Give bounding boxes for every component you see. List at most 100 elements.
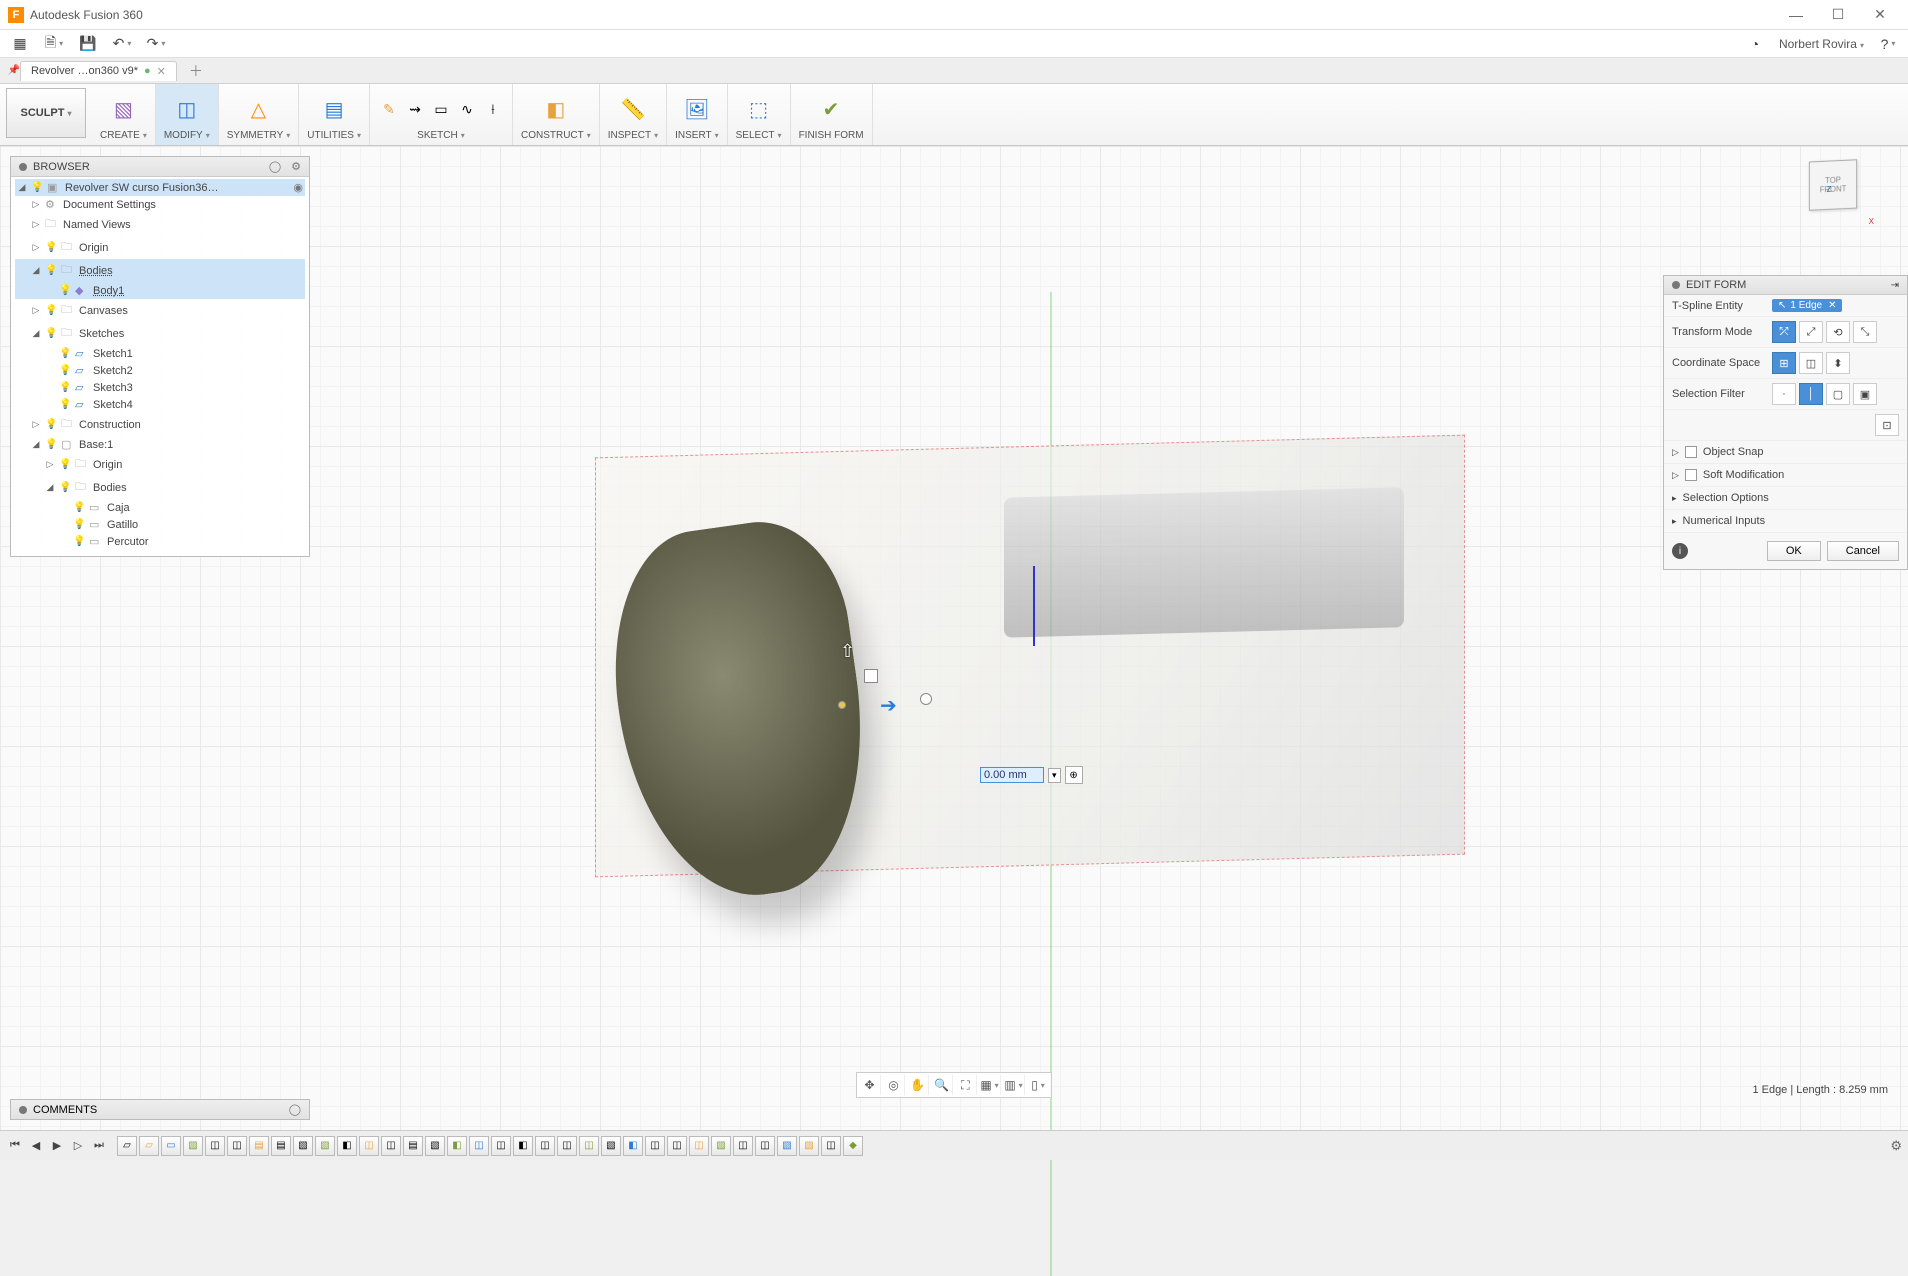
tree-sketch3[interactable]: 💡▱Sketch3 (15, 379, 305, 396)
browser-gear-button[interactable]: ⚙ (291, 160, 301, 173)
file-menu-button[interactable]: 🗎 (42, 33, 66, 55)
ef-selection-options[interactable]: ▸ Selection Options (1664, 487, 1907, 510)
timeline-feature[interactable]: ◫ (381, 1136, 401, 1156)
tree-root[interactable]: ◢ 💡 ▣ Revolver SW curso Fusion36… ◉ (15, 179, 305, 196)
dimension-dropdown-button[interactable]: ▾ (1048, 768, 1061, 783)
object-snap-checkbox[interactable] (1685, 446, 1697, 458)
panel-handle-icon[interactable] (1672, 281, 1680, 289)
visibility-icon[interactable]: 💡 (45, 328, 57, 339)
ribbon-finish[interactable]: ✔ FINISH FORM (791, 84, 873, 145)
ribbon-construct[interactable]: ◧ CONSTRUCT (513, 84, 600, 145)
dimension-input[interactable]: ▾ ⊕ (980, 766, 1083, 784)
cancel-button[interactable]: Cancel (1827, 541, 1899, 561)
timeline-feature[interactable]: ◧ (623, 1136, 643, 1156)
tree-construction[interactable]: ▷💡🗀Construction (15, 413, 305, 436)
timeline-feature[interactable]: ▧ (315, 1136, 335, 1156)
redo-button[interactable]: ↷ (144, 33, 168, 55)
tree-origin[interactable]: ▷💡🗀Origin (15, 236, 305, 259)
tree-sketches[interactable]: ◢💡🗀Sketches (15, 322, 305, 345)
timeline-feature[interactable]: ▧ (601, 1136, 621, 1156)
panel-pin-button[interactable]: ⇥ (1891, 280, 1899, 291)
minimize-button[interactable]: — (1776, 3, 1816, 27)
timeline-feature[interactable]: ◫ (667, 1136, 687, 1156)
ef-soft-modification[interactable]: ▷ Soft Modification (1664, 464, 1907, 487)
ef-object-snap[interactable]: ▷ Object Snap (1664, 441, 1907, 464)
box-icon[interactable]: ▧ (108, 95, 138, 125)
browser-settings-button[interactable]: ◯ (269, 160, 281, 173)
timeline-feature[interactable]: ◫ (689, 1136, 709, 1156)
timeline-feature[interactable]: ▤ (403, 1136, 423, 1156)
spline-icon[interactable]: ∿ (456, 99, 478, 121)
coord-space-1-button[interactable]: ⊞ (1772, 352, 1796, 374)
tree-origin2[interactable]: ▷💡🗀Origin (15, 453, 305, 476)
tree-gatillo[interactable]: 💡▭Gatillo (15, 516, 305, 533)
coord-space-2-button[interactable]: ◫ (1799, 352, 1823, 374)
timeline-feature[interactable]: ▧ (799, 1136, 819, 1156)
visibility-icon[interactable]: 💡 (73, 519, 85, 530)
visibility-off-icon[interactable]: 💡 (45, 242, 57, 253)
tree-doc-settings[interactable]: ▷⚙Document Settings (15, 196, 305, 213)
timeline-feature[interactable]: ◫ (733, 1136, 753, 1156)
measure-icon[interactable]: 📏 (618, 95, 648, 125)
filter-extra-button[interactable]: ⊡ (1875, 414, 1899, 436)
transform-mode-3-button[interactable]: ⟲ (1826, 321, 1850, 343)
timeline-feature[interactable]: ▤ (249, 1136, 269, 1156)
comments-expand-button[interactable]: ◯ (289, 1103, 301, 1116)
ribbon-utilities[interactable]: ▤ UTILITIES (299, 84, 370, 145)
timeline-feature[interactable]: ◫ (821, 1136, 841, 1156)
ribbon-modify[interactable]: ◫ MODIFY (156, 84, 219, 145)
timeline-feature[interactable]: ▧ (711, 1136, 731, 1156)
comments-panel[interactable]: COMMENTS ◯ (10, 1099, 310, 1120)
dimension-field[interactable] (980, 767, 1044, 783)
timeline-feature[interactable]: ◫ (535, 1136, 555, 1156)
pin-icon[interactable]: 📌 (8, 65, 20, 77)
timeline-feature[interactable]: ◫ (227, 1136, 247, 1156)
tree-named-views[interactable]: ▷🗀Named Views (15, 213, 305, 236)
finish-icon[interactable]: ✔ (816, 95, 846, 125)
timeline-feature[interactable]: ◫ (755, 1136, 775, 1156)
timeline-feature[interactable]: ◫ (359, 1136, 379, 1156)
timeline-feature[interactable]: ◫ (491, 1136, 511, 1156)
plane-icon[interactable]: ◧ (541, 95, 571, 125)
timeline-feature[interactable]: ▧ (425, 1136, 445, 1156)
maximize-button[interactable]: ☐ (1818, 3, 1858, 27)
ribbon-sketch[interactable]: ✎ ⇝ ▭ ∿ ⟊ SKETCH (370, 84, 513, 145)
tree-bodies[interactable]: ◢💡🗀Bodies (15, 259, 305, 282)
pan-button[interactable]: ✋ (907, 1075, 929, 1095)
displaystyle-button[interactable]: ▦ (979, 1075, 1001, 1095)
ribbon-inspect[interactable]: 📏 INSPECT (600, 84, 667, 145)
tspline-selection-badge[interactable]: ↖ 1 Edge ✕ (1772, 299, 1842, 312)
timeline-end-button[interactable]: ⏭ (90, 1137, 108, 1155)
soft-mod-checkbox[interactable] (1685, 469, 1697, 481)
timeline-play-button[interactable]: ▶ (48, 1137, 66, 1155)
visibility-icon[interactable]: 💡 (59, 285, 71, 296)
ribbon-symmetry[interactable]: △ SYMMETRY (219, 84, 300, 145)
browser-header[interactable]: BROWSER ◯ ⚙ (11, 157, 309, 177)
select-icon[interactable]: ⬚ (744, 95, 774, 125)
visibility-icon[interactable]: 💡 (45, 419, 57, 430)
timeline-feature[interactable]: ▱ (139, 1136, 159, 1156)
panel-handle-icon[interactable] (19, 163, 27, 171)
visibility-icon[interactable]: 💡 (59, 382, 71, 393)
tree-caja[interactable]: 💡▭Caja (15, 499, 305, 516)
ribbon-select[interactable]: ⬚ SELECT (728, 84, 791, 145)
timeline-feature[interactable]: ◫ (557, 1136, 577, 1156)
rect-icon[interactable]: ▭ (430, 99, 452, 121)
timeline-feature[interactable]: ▧ (183, 1136, 203, 1156)
timeline-feature[interactable]: ◧ (447, 1136, 467, 1156)
tree-body1[interactable]: 💡◆Body1 (15, 282, 305, 299)
ef-numerical-inputs[interactable]: ▸ Numerical Inputs (1664, 510, 1907, 533)
timeline-feature[interactable]: ◫ (645, 1136, 665, 1156)
dimension-snap-button[interactable]: ⊕ (1065, 766, 1083, 784)
visibility-off-icon[interactable]: 💡 (59, 399, 71, 410)
close-tab-button[interactable]: ✕ (157, 65, 166, 78)
transform-mode-1-button[interactable]: ⤱ (1772, 321, 1796, 343)
timeline-feature[interactable]: ◫ (469, 1136, 489, 1156)
ribbon-insert[interactable]: 🖼 INSERT (667, 84, 728, 145)
viewcube[interactable]: TOP FRONT Z X (1808, 160, 1878, 230)
tree-base1[interactable]: ◢💡▢Base:1 (15, 436, 305, 453)
orbit-button[interactable]: ✥ (859, 1075, 881, 1095)
zoom-button[interactable]: 🔍 (931, 1075, 953, 1095)
visibility-icon[interactable]: 💡 (45, 439, 57, 450)
timeline-prev-button[interactable]: ◀ (27, 1137, 45, 1155)
